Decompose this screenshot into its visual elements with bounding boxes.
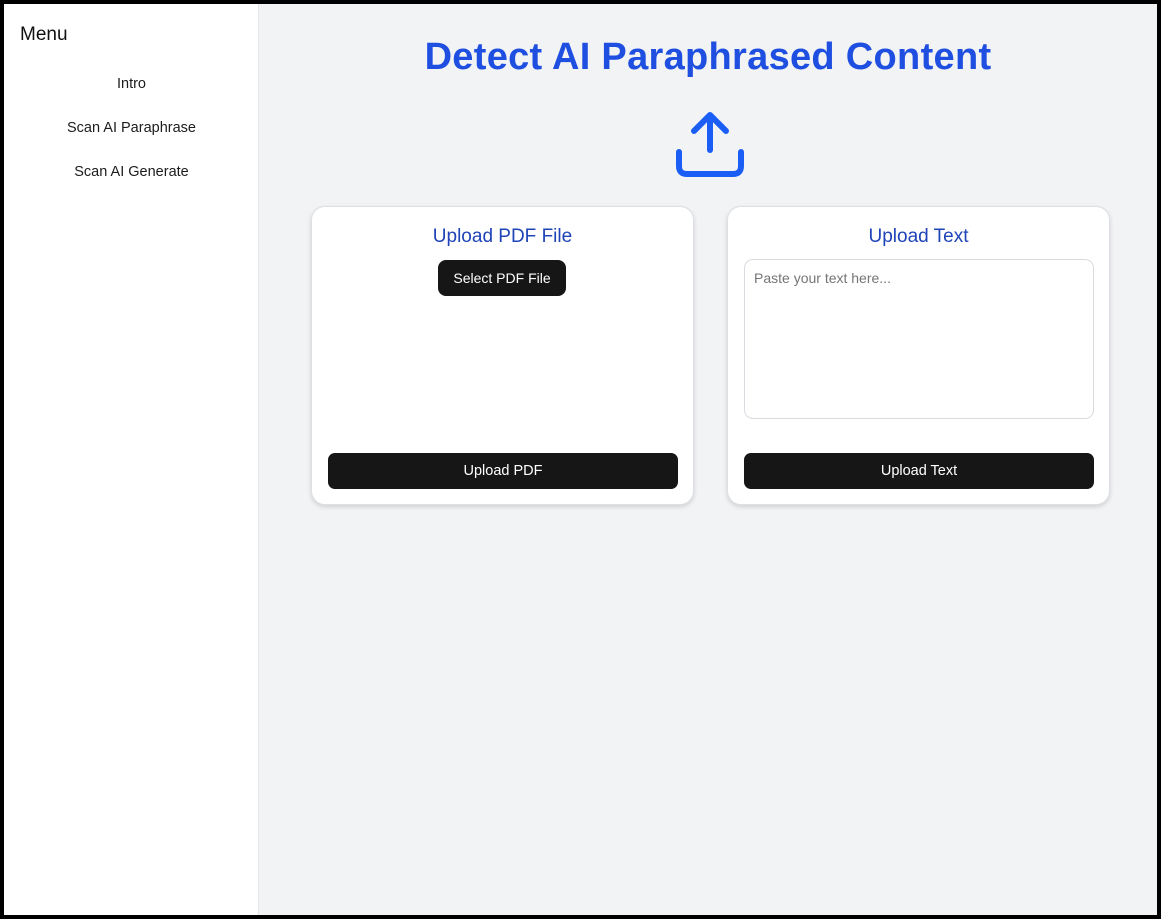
pdf-upload-card: Upload PDF File Select PDF File Upload P…	[311, 206, 694, 505]
upload-icon	[675, 108, 745, 178]
upload-pdf-button[interactable]: Upload PDF	[328, 453, 678, 489]
main-content: Detect AI Paraphrased Content Upload PDF…	[259, 4, 1157, 915]
text-input[interactable]	[744, 259, 1094, 419]
menu-title: Menu	[20, 24, 68, 45]
text-upload-card: Upload Text Upload Text	[727, 206, 1110, 505]
pdf-card-title: Upload PDF File	[432, 226, 573, 247]
text-card-title: Upload Text	[868, 226, 969, 247]
sidebar-nav: Intro Scan AI Paraphrase Scan AI Generat…	[4, 70, 259, 202]
app-window: Menu Intro Scan AI Paraphrase Scan AI Ge…	[4, 4, 1157, 915]
sidebar-item-scan-ai-generate[interactable]: Scan AI Generate	[74, 158, 188, 202]
sidebar: Menu Intro Scan AI Paraphrase Scan AI Ge…	[4, 4, 259, 915]
select-pdf-button[interactable]: Select PDF File	[438, 260, 566, 296]
page-title: Detect AI Paraphrased Content	[424, 36, 992, 78]
sidebar-item-scan-ai-paraphrase[interactable]: Scan AI Paraphrase	[67, 114, 196, 158]
upload-text-button[interactable]: Upload Text	[744, 453, 1094, 489]
sidebar-item-intro[interactable]: Intro	[117, 70, 146, 114]
